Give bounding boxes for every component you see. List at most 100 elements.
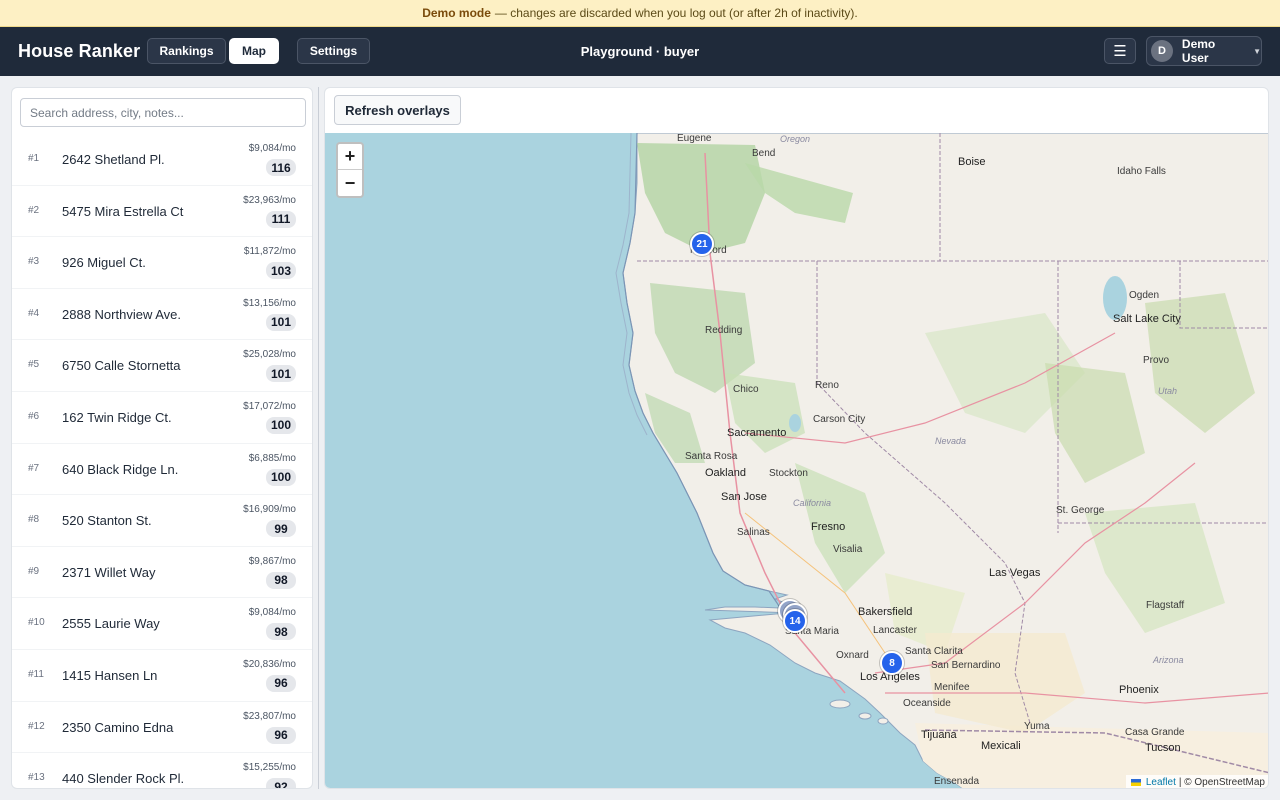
demo-message: — changes are discarded when you log out… (494, 6, 858, 20)
map-label-chico: Chico (733, 384, 759, 395)
listing-price: $23,963/mo (243, 194, 296, 206)
listing-address: 2555 Laurie Way (62, 616, 160, 632)
listing-address: 1415 Hansen Ln (62, 667, 158, 683)
listing-row[interactable]: #5 6750 Calle Stornetta $25,028/mo 101 (12, 340, 312, 392)
listing-list: #1 2642 Shetland Pl. $9,084/mo 116 #2 5475 Mi… (12, 134, 312, 788)
listing-score-badge: 101 (265, 365, 296, 383)
listing-address: 2642 Shetland Pl. (62, 152, 165, 167)
listing-row[interactable]: #13 440 Slender Rock Pl. $15,255/mo 92 (12, 753, 312, 788)
zoom-control: + − (336, 142, 364, 198)
map-canvas[interactable]: + − Eugene Oregon Bend Boise Idaho Falls… (325, 133, 1268, 788)
listing-rank: #6 (28, 410, 40, 422)
listing-price: $6,885/mo (248, 452, 296, 464)
listing-score-badge: 101 (265, 313, 296, 331)
map-label-las-vegas: Las Vegas (989, 567, 1041, 579)
listing-address: 520 Stanton St. (62, 513, 152, 529)
listing-row[interactable]: #9 2371 Willet Way $9,867/mo 98 (12, 547, 312, 599)
listing-rank: #1 (28, 153, 40, 164)
listing-score-badge: 99 (266, 520, 296, 538)
listing-rank: #11 (28, 668, 44, 680)
brand-title[interactable]: House Ranker (18, 41, 140, 62)
listing-address: 2888 Northview Ave. (62, 306, 181, 322)
listing-address: 440 Slender Rock Pl. (62, 771, 185, 787)
listing-rank: #3 (28, 256, 40, 268)
listing-score-badge: 98 (266, 571, 296, 589)
map-label-san-bernardino: San Bernardino (931, 660, 1001, 671)
nav-map-button[interactable]: Map (229, 38, 279, 64)
map-label-carson-city: Carson City (813, 414, 866, 425)
caret-down-icon: ▼ (1253, 46, 1261, 56)
listing-price: $13,156/mo (243, 297, 296, 309)
listing-row[interactable]: #8 520 Stanton St. $16,909/mo 99 (12, 495, 312, 547)
listing-row[interactable]: #3 926 Miguel Ct. $11,872/mo 103 (12, 237, 312, 289)
map-label-oakland: Oakland (705, 467, 746, 479)
listing-price: $23,807/mo (243, 710, 296, 722)
map-label-utah: Utah (1158, 386, 1178, 396)
listing-price: $9,867/mo (248, 555, 296, 567)
listing-row[interactable]: #10 2555 Laurie Way $9,084/mo 98 (12, 598, 312, 650)
map-label-phoenix: Phoenix (1119, 684, 1159, 696)
listing-row[interactable]: #12 2350 Camino Edna $23,807/mo 96 (12, 702, 312, 754)
zoom-out-button[interactable]: − (338, 170, 362, 196)
nav-settings-button[interactable]: Settings (297, 38, 370, 64)
map-label-bend: Bend (752, 148, 776, 159)
hamburger-icon: ☰ (1113, 43, 1127, 60)
listing-rank: #12 (28, 720, 45, 732)
map-label-sacramento: Sacramento (727, 427, 787, 439)
listing-address: 926 Miguel Ct. (62, 255, 146, 271)
listing-row[interactable]: #1 2642 Shetland Pl. $9,084/mo 116 (12, 134, 312, 186)
map-label-provo: Provo (1143, 355, 1170, 366)
zoom-in-button[interactable]: + (338, 144, 362, 170)
map-cluster-marker[interactable]: 14 (783, 609, 807, 633)
listing-address: 2371 Willet Way (62, 564, 156, 580)
map-label-yuma: Yuma (1024, 721, 1050, 732)
map-label-casa-grande: Casa Grande (1125, 727, 1185, 738)
map-label-redding: Redding (705, 325, 743, 336)
leaflet-link[interactable]: Leaflet (1146, 777, 1176, 788)
listing-row[interactable]: #4 2888 Northview Ave. $13,156/mo 101 (12, 289, 312, 341)
map-label-lancaster: Lancaster (873, 625, 917, 636)
listing-row[interactable]: #11 1415 Hansen Ln $20,836/mo 96 (12, 650, 312, 702)
listing-price: $9,084/mo (248, 607, 296, 619)
listing-price: $17,072/mo (243, 400, 296, 412)
top-nav-bar: House Ranker Rankings Map Settings Playg… (0, 27, 1280, 76)
map-cluster-marker[interactable]: 21 (690, 232, 714, 256)
listing-score-badge: 100 (265, 416, 296, 434)
map-label-bakersfield: Bakersfield (858, 606, 913, 618)
listing-rank: #5 (28, 359, 40, 371)
map-label-oceanside: Oceanside (903, 698, 951, 709)
listing-row[interactable]: #7 640 Black Ridge Ln. $6,885/mo 100 (12, 444, 312, 496)
listing-score-badge: 96 (266, 726, 296, 744)
listing-rank: #8 (28, 514, 40, 526)
menu-button[interactable]: ☰ (1104, 38, 1136, 64)
map-label-arizona: Arizona (1153, 655, 1184, 665)
map-label-ensenada: Ensenada (934, 776, 980, 787)
listing-address: 5475 Mira Estrella Ct (62, 203, 184, 219)
ukraine-flag-icon (1130, 779, 1141, 786)
listing-score-badge: 103 (265, 262, 296, 280)
osm-attribution[interactable]: | © OpenStreetMap (1179, 777, 1265, 788)
map-label-reno: Reno (815, 380, 839, 391)
refresh-overlays-button[interactable]: Refresh overlays (334, 95, 461, 125)
demo-mode-label: Demo mode (422, 6, 491, 20)
map-panel: Refresh overlays + − Eugene Oregon Bend … (324, 87, 1269, 789)
map-label-fresno: Fresno (811, 521, 846, 533)
listing-price: $11,872/mo (243, 246, 296, 258)
map-cluster-marker[interactable]: 8 (880, 651, 904, 675)
map-label-tucson: Tucson (1145, 742, 1181, 754)
nav-rankings-button[interactable]: Rankings (147, 38, 226, 64)
user-menu-button[interactable]: D Demo User ▼ (1146, 36, 1262, 66)
listing-score-badge: 96 (266, 674, 296, 692)
map-label-tijuana: Tijuana (921, 729, 957, 741)
panel-divider[interactable] (318, 87, 319, 789)
listing-score-badge: 98 (266, 623, 296, 641)
listing-score-badge: 116 (266, 159, 296, 176)
listing-row[interactable]: #6 162 Twin Ridge Ct. $17,072/mo 100 (12, 392, 312, 444)
search-input[interactable] (20, 98, 306, 127)
listing-row[interactable]: #2 5475 Mira Estrella Ct $23,963/mo 111 (12, 186, 312, 238)
map-attribution: Leaflet | © OpenStreetMap (1125, 775, 1268, 788)
map-label-santa-rosa: Santa Rosa (685, 451, 738, 462)
listing-score-badge: 111 (266, 210, 296, 228)
map-label-oregon: Oregon (780, 134, 811, 144)
playground-context-label: Playground · buyer (580, 44, 700, 59)
